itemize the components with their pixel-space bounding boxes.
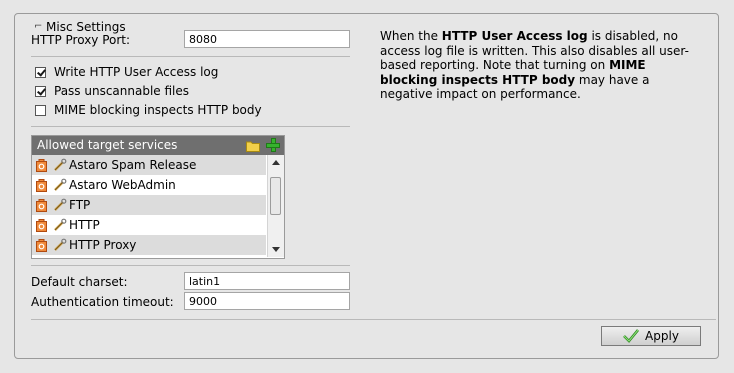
scroll-up-icon[interactable]: [272, 160, 280, 165]
service-label: HTTP: [69, 218, 100, 232]
checkmark-icon: [623, 329, 640, 343]
add-icon[interactable]: [266, 138, 280, 152]
service-icon: [53, 158, 67, 172]
list-scrollbar[interactable]: [267, 155, 284, 257]
separator: [31, 319, 716, 320]
folder-icon[interactable]: [246, 139, 260, 152]
delete-icon[interactable]: [36, 218, 47, 232]
write-access-log-checkbox[interactable]: [35, 66, 46, 78]
list-item[interactable]: HTTP: [32, 215, 266, 235]
delete-icon[interactable]: [36, 238, 47, 252]
mime-blocking-option[interactable]: MIME blocking inspects HTTP body: [35, 102, 262, 118]
list-item[interactable]: FTP: [32, 195, 266, 215]
mime-blocking-label: MIME blocking inspects HTTP body: [54, 103, 262, 117]
delete-icon[interactable]: [36, 158, 47, 172]
service-label: HTTP Proxy: [69, 238, 137, 252]
write-access-log-label: Write HTTP User Access log: [54, 65, 219, 79]
service-icon: [53, 178, 67, 192]
auth-timeout-label: Authentication timeout:: [31, 295, 174, 309]
list-item[interactable]: Astaro Spam Release: [32, 155, 266, 175]
delete-icon[interactable]: [36, 198, 47, 212]
scroll-down-icon[interactable]: [272, 247, 280, 252]
service-icon: [53, 218, 67, 232]
pass-unscannable-label: Pass unscannable files: [54, 84, 190, 98]
allowed-services-header: Allowed target services: [32, 136, 284, 155]
apply-label: Apply: [645, 329, 679, 343]
write-access-log-option[interactable]: Write HTTP User Access log: [35, 64, 218, 80]
allowed-services-list: Allowed target services Astaro Spam Rele…: [31, 135, 285, 259]
service-label: Astaro Spam Release: [69, 158, 197, 172]
delete-icon[interactable]: [36, 178, 47, 192]
charset-input[interactable]: [184, 272, 350, 290]
list-item[interactable]: HTTP Proxy: [32, 235, 266, 255]
separator: [31, 126, 350, 127]
help-text-bold: HTTP User Access log: [441, 29, 588, 43]
proxy-port-input[interactable]: [184, 30, 350, 48]
service-label: Astaro WebAdmin: [69, 178, 176, 192]
auth-timeout-input[interactable]: [184, 292, 350, 310]
pass-unscannable-checkbox[interactable]: [35, 85, 46, 97]
service-icon: [53, 238, 67, 252]
service-icon: [53, 198, 67, 212]
allowed-services-title: Allowed target services: [37, 138, 178, 152]
scrollbar-thumb[interactable]: [270, 177, 281, 215]
separator: [31, 265, 350, 266]
help-text: When the HTTP User Access log is disable…: [380, 29, 700, 102]
service-rows: Astaro Spam Release Astaro WebAdmin FTP …: [32, 155, 266, 255]
separator: [31, 56, 350, 57]
help-text-part: When the: [380, 29, 442, 43]
apply-button[interactable]: Apply: [601, 326, 701, 346]
charset-label: Default charset:: [31, 275, 128, 289]
proxy-port-label: HTTP Proxy Port:: [31, 33, 131, 47]
service-label: FTP: [69, 198, 91, 212]
list-item[interactable]: Astaro WebAdmin: [32, 175, 266, 195]
mime-blocking-checkbox[interactable]: [35, 104, 46, 116]
pass-unscannable-option[interactable]: Pass unscannable files: [35, 83, 189, 99]
